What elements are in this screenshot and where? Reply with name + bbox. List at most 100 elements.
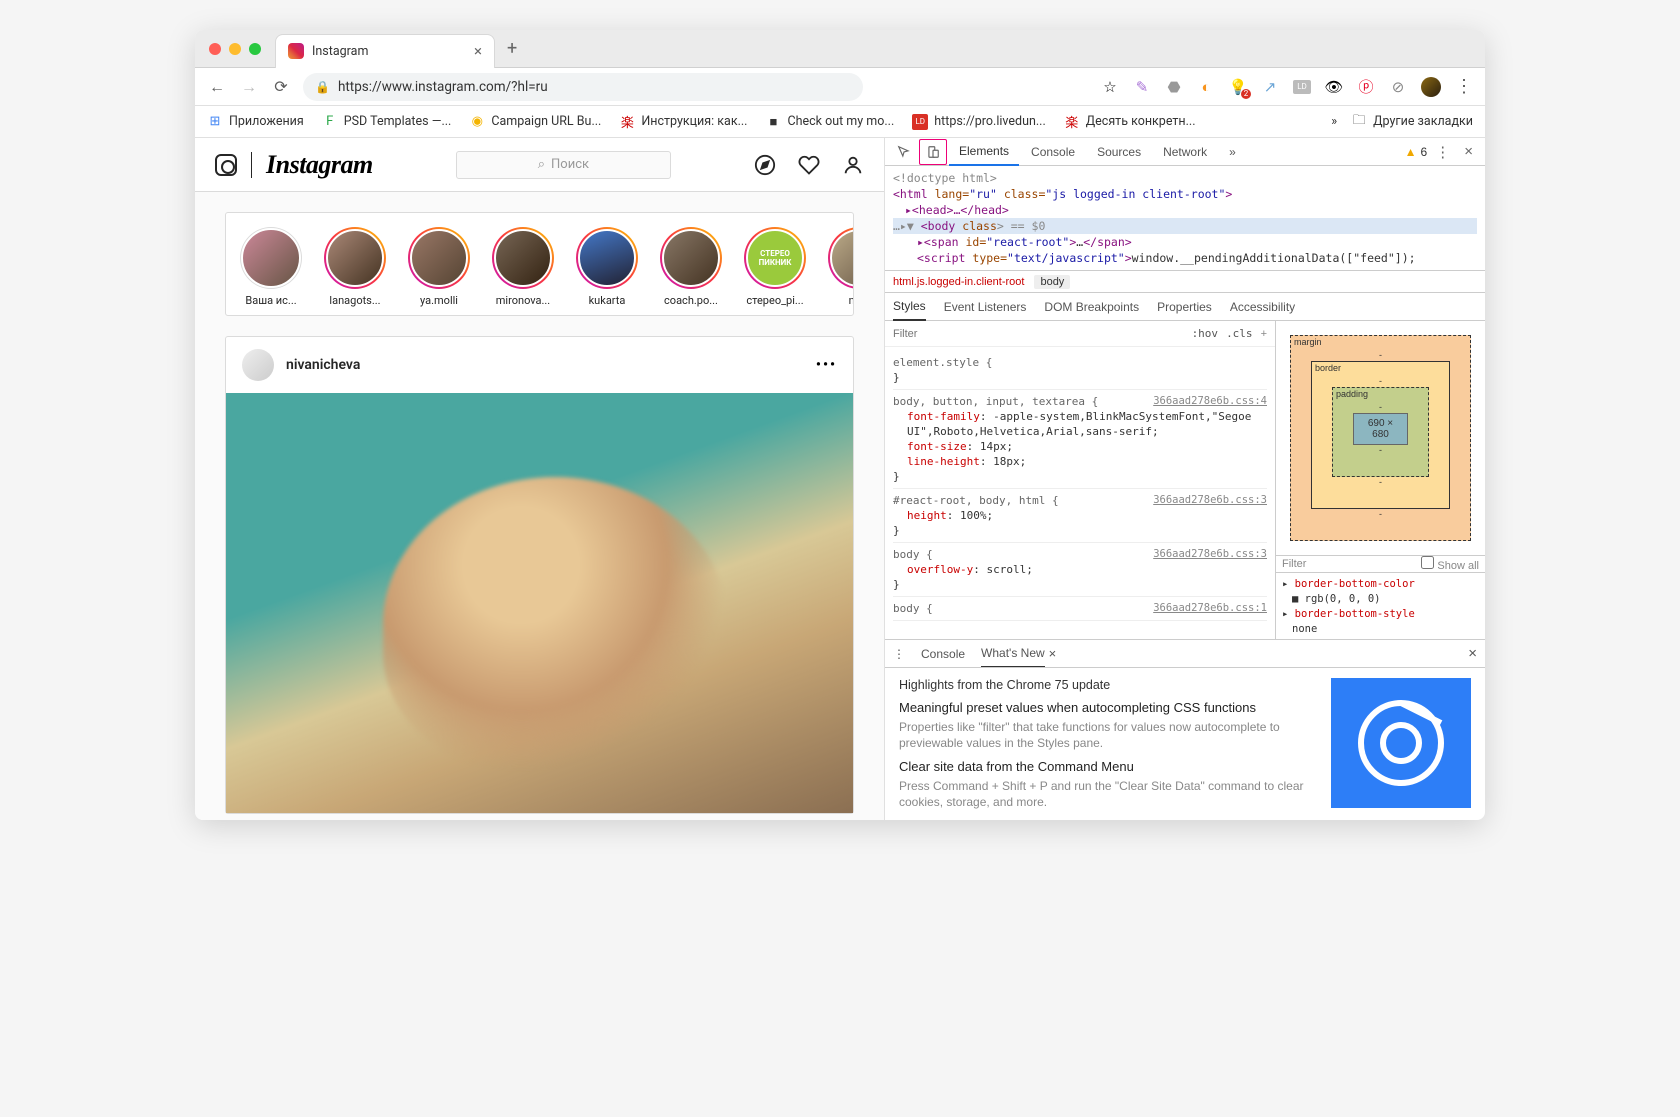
ext-livedune-icon[interactable]: 💡 [1229,78,1247,96]
post-more-icon[interactable]: ••• [816,357,837,373]
post-username[interactable]: nivanicheva [286,357,804,373]
styles-body: :hov .cls + element.style {} 366aad278e6… [885,321,1485,639]
bookmark-ten[interactable]: 楽Десять конкретн... [1064,114,1196,130]
profile-avatar[interactable] [1421,77,1441,97]
devtools-close-icon[interactable]: × [1458,143,1479,160]
add-rule-icon[interactable]: + [1261,328,1267,340]
bookmark-campaign[interactable]: ◉Campaign URL Bu... [469,114,601,130]
ig-navbar: Instagram ⌕ Поиск [195,138,884,192]
ig-logo[interactable]: Instagram [266,150,373,180]
box-model[interactable]: margin- border- padding- 690 × 680 - - - [1276,321,1485,555]
warnings-badge[interactable]: ▲6 [1405,145,1428,159]
post-avatar[interactable] [242,349,274,381]
tab-console[interactable]: Console [1021,138,1085,166]
ext-pinterest-icon[interactable]: ⓟ [1357,78,1375,96]
bookmark-psd[interactable]: FPSD Templates —... [322,114,452,130]
tab-drawer-console[interactable]: Console [921,647,965,661]
css-rule: 366aad278e6b.css:4body, button, input, t… [893,390,1267,489]
whats-new-close-icon[interactable]: × [1049,646,1057,661]
minimize-button[interactable] [229,43,241,55]
crumb-body[interactable]: body [1034,275,1070,289]
css-rule: element.style {} [893,351,1267,390]
story-item[interactable]: СТЕРЕОПИКНИКстерео_pi... [740,227,810,307]
tab-network[interactable]: Network [1153,138,1217,166]
tab-a11y[interactable]: Accessibility [1230,300,1295,314]
bookmark-livedun[interactable]: LDhttps://pro.livedun... [912,114,1045,130]
story-item[interactable]: ya.molli [404,227,474,307]
ig-search-input[interactable]: ⌕ Поиск [456,151,671,179]
close-button[interactable] [209,43,221,55]
explore-icon[interactable] [754,154,776,176]
tab-styles[interactable]: Styles [893,293,926,321]
forward-button[interactable]: → [239,77,259,97]
stories-tray: Ваша ис... lanagots... ya.molli mironova… [225,212,854,316]
device-toggle-icon[interactable] [919,139,947,165]
other-bookmarks[interactable]: 🗀Другие закладки [1351,114,1473,130]
computed-filter-label[interactable]: Filter [1282,558,1306,570]
show-all-checkbox[interactable] [1421,556,1434,569]
tab-whats-new[interactable]: What's New [981,640,1045,668]
maximize-button[interactable] [249,43,261,55]
story-item[interactable]: mironova... [488,227,558,307]
wn-item-desc: Properties like "filter" that take funct… [899,719,1315,751]
extension-icons: ☆ ✎ ⬣ ◐ 💡 ↗ LD 👁 ⓟ ⊘ ⋮ [1101,77,1473,97]
tab-dom-bp[interactable]: DOM Breakpoints [1044,300,1139,314]
tab-sources[interactable]: Sources [1087,138,1151,166]
ext-pen-icon[interactable]: ✎ [1133,78,1151,96]
inspect-tool-icon[interactable] [891,139,917,165]
reload-button[interactable]: ⟳ [271,77,291,97]
styles-tabbar: Styles Event Listeners DOM Breakpoints P… [885,293,1485,321]
drawer-close-icon[interactable]: × [1468,645,1477,662]
story-own[interactable]: Ваша ис... [236,227,306,307]
tabs-overflow-icon[interactable]: » [1219,138,1246,166]
bookmark-apps[interactable]: ⊞Приложения [207,114,304,130]
story-item[interactable]: kukarta [572,227,642,307]
wn-item-title: Clear site data from the Command Menu [899,759,1315,774]
tab-close-icon[interactable]: × [474,42,482,60]
ext-eye-icon[interactable]: 👁 [1325,78,1343,96]
tab-listeners[interactable]: Event Listeners [944,300,1027,314]
styles-filter-input[interactable] [893,328,1184,340]
browser-tab[interactable]: Instagram × [275,34,495,68]
ext-similarweb-icon[interactable]: ◐ [1197,78,1215,96]
heart-icon[interactable] [798,154,820,176]
star-icon[interactable]: ☆ [1101,78,1119,96]
feed-post: nivanicheva ••• [225,336,854,814]
url-field[interactable]: 🔒 https://www.instagram.com/?hl=ru [303,73,863,101]
bookmark-instr[interactable]: 楽Инструкция: как... [619,114,747,130]
drawer-menu-icon[interactable]: ⋮ [893,647,905,661]
devtools-menu-icon[interactable]: ⋮ [1429,143,1456,161]
story-item[interactable]: coach.po... [656,227,726,307]
wn-item-desc: Press Command + Shift + P and run the "C… [899,778,1315,810]
ext-shield-icon[interactable]: ⬣ [1165,78,1183,96]
computed-list[interactable]: ▸ border-bottom-color■ rgb(0, 0, 0) ▸ bo… [1276,573,1485,639]
ig-home-icon[interactable] [215,154,237,176]
post-image[interactable] [226,393,853,813]
back-button[interactable]: ← [207,77,227,97]
elements-tree[interactable]: <!doctype html> <html lang="ru" class="j… [885,166,1485,271]
story-item[interactable]: lanagots... [320,227,390,307]
ext-arrow-icon[interactable]: ↗ [1261,78,1279,96]
tab-elements[interactable]: Elements [949,138,1019,166]
crumb-html[interactable]: html.js.logged-in.client-root [893,276,1024,288]
breadcrumb[interactable]: html.js.logged-in.client-root body [885,271,1485,293]
instagram-favicon [288,43,304,59]
ext-ld-icon[interactable]: LD [1293,80,1311,94]
wn-item-title: Meaningful preset values when autocomple… [899,700,1315,715]
ext-noscript-icon[interactable]: ⊘ [1389,78,1407,96]
hov-toggle[interactable]: :hov [1192,327,1219,340]
tab-title: Instagram [312,44,466,59]
bookmark-checkout[interactable]: ■Check out my mo... [765,114,894,130]
address-bar: ← → ⟳ 🔒 https://www.instagram.com/?hl=ru… [195,68,1485,106]
new-tab-button[interactable]: + [495,38,529,59]
story-item[interactable]: na... [824,227,854,307]
titlebar: Instagram × + [195,30,1485,68]
tab-props[interactable]: Properties [1157,300,1212,314]
cls-toggle[interactable]: .cls [1226,327,1253,340]
css-rule: 366aad278e6b.css:1body { [893,597,1267,621]
menu-button[interactable]: ⋮ [1455,78,1473,96]
bookmarks-overflow[interactable]: » [1331,114,1337,129]
wn-heading: Highlights from the Chrome 75 update [899,678,1315,692]
profile-icon[interactable] [842,154,864,176]
css-rules[interactable]: element.style {} 366aad278e6b.css:4body,… [885,347,1275,639]
